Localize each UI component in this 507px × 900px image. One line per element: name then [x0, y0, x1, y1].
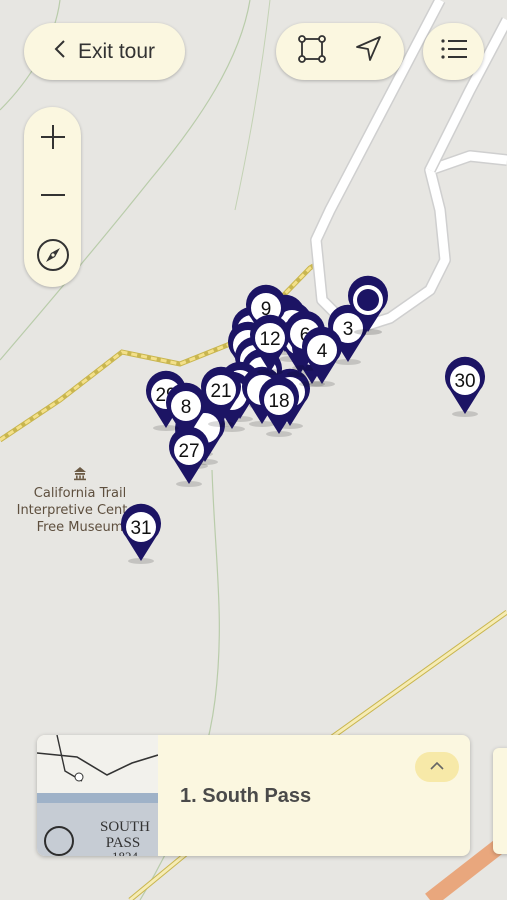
plus-icon — [39, 123, 67, 156]
exit-tour-label: Exit tour — [77, 39, 156, 63]
poi-label-line-3: Free Museum — [37, 520, 124, 535]
stop-list-button[interactable] — [423, 23, 484, 80]
marker-label: 30 — [454, 371, 475, 392]
list-icon — [439, 36, 469, 67]
poi-label-line-2: Interpretive Cent — [17, 503, 128, 518]
stop-thumbnail: SOUTH PASS 1824 — [37, 735, 158, 856]
marker-label: 21 — [210, 381, 231, 402]
marker-label: 8 — [181, 397, 192, 418]
minus-icon — [39, 181, 67, 214]
poi-label-line-1: California Trail — [34, 486, 126, 501]
zoom-in-button[interactable] — [24, 111, 81, 167]
marker-label: 31 — [130, 518, 151, 539]
compass-button[interactable] — [24, 229, 81, 285]
marker-label: 12 — [259, 329, 280, 350]
marker-label: 4 — [317, 341, 328, 362]
compass-icon — [36, 238, 70, 277]
marker-label: 3 — [343, 319, 354, 340]
chevron-up-icon — [429, 758, 445, 776]
marker-label: 18 — [268, 391, 289, 412]
marker-label: 27 — [178, 441, 199, 462]
navigation-arrow-icon[interactable] — [353, 34, 383, 69]
zoom-controls — [24, 107, 81, 287]
chevron-left-icon — [54, 39, 66, 65]
thumbnail-text-3: 1824 — [112, 849, 139, 856]
exit-tour-button[interactable]: Exit tour — [24, 23, 185, 80]
zoom-out-button[interactable] — [24, 169, 81, 225]
next-stop-card-peek[interactable] — [493, 748, 507, 854]
map-tools-group — [276, 23, 404, 80]
stop-card[interactable]: SOUTH PASS 1824 1. South Pass — [37, 735, 470, 856]
thumbnail-text-1: SOUTH — [100, 819, 150, 835]
expand-card-button[interactable] — [415, 752, 459, 782]
stop-title: 1. South Pass — [180, 785, 312, 807]
bounding-box-icon[interactable] — [297, 34, 327, 69]
